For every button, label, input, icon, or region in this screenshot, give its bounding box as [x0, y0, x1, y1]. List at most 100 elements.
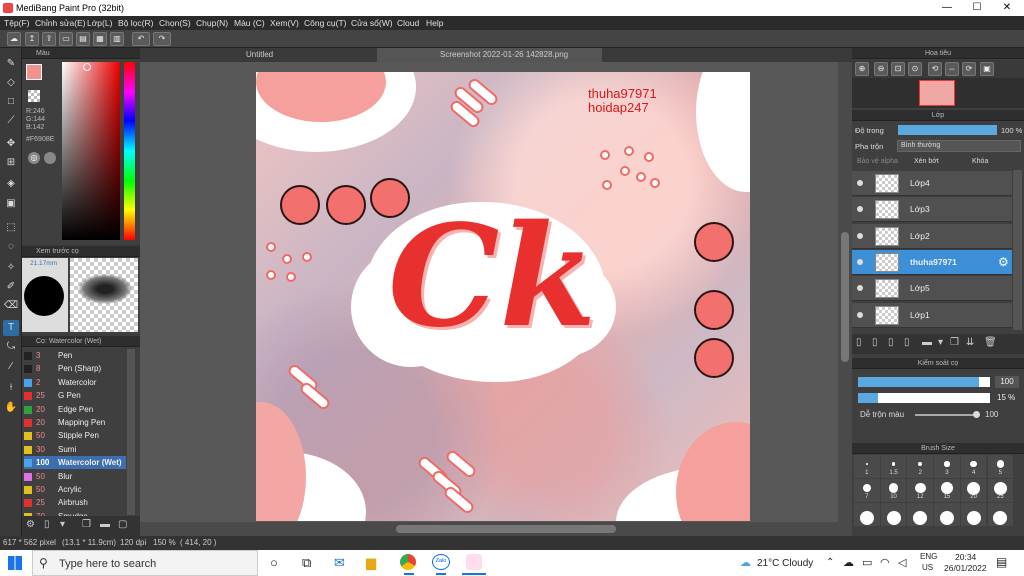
battery-icon[interactable]: ▭	[862, 556, 872, 569]
divide-tool-icon[interactable]: ⁄	[3, 359, 19, 375]
transform-tool-icon[interactable]: ⊞	[3, 155, 19, 171]
select-brush-icon[interactable]: ✐	[3, 279, 19, 295]
brush-item[interactable]: 2 Watercolor	[24, 376, 126, 389]
clock-date[interactable]: 26/01/2022	[944, 563, 987, 573]
magic-wand-icon[interactable]: ✧	[3, 260, 19, 276]
brush-item[interactable]: 50 Acrylic	[24, 483, 126, 496]
taskbar-search-box[interactable]: ⚲ Type here to search	[32, 550, 258, 576]
menu-select[interactable]: Chọn(S)	[159, 18, 191, 28]
menu-filter[interactable]: Bộ lọc(R)	[118, 18, 153, 28]
rotate-left-icon[interactable]: ⟲	[928, 62, 942, 76]
brush-size-cell[interactable]	[960, 503, 987, 526]
weather-icon[interactable]: ☁	[740, 556, 751, 569]
gradient-tool-icon[interactable]: ▣	[3, 196, 19, 212]
menu-color[interactable]: Màu (C)	[234, 18, 265, 28]
task-view-icon[interactable]: ⧉	[302, 555, 311, 571]
brush-item[interactable]: 20 Mapping Pen	[24, 416, 126, 429]
zoom-out-icon[interactable]: ⊖	[874, 62, 888, 76]
zalo-icon[interactable]: Zalo	[432, 554, 450, 570]
close-button[interactable]: ✕	[992, 0, 1022, 16]
drawing-canvas[interactable]: Ck thuha97971 hoidap247	[256, 72, 750, 521]
cloud-icon[interactable]: ☁	[7, 32, 21, 46]
brush-item[interactable]: 30 Sumi	[24, 443, 126, 456]
rect-select-icon[interactable]: ⬚	[3, 220, 19, 236]
undo-icon[interactable]: ↶	[132, 32, 150, 46]
menu-layer[interactable]: Lớp(L)	[87, 18, 112, 28]
brush-delete-icon[interactable]: ▢	[118, 519, 127, 530]
brush-size-cell[interactable]: 3	[934, 455, 960, 478]
new-halftone-layer-icon[interactable]: ▯	[872, 337, 878, 348]
layer-visibility-icon[interactable]	[857, 180, 863, 186]
operation-tool-icon[interactable]: ⤿	[3, 339, 19, 355]
mix-slider[interactable]	[915, 411, 980, 418]
volume-icon[interactable]: ◁	[898, 556, 906, 569]
brush-size-cell[interactable]: 1	[854, 455, 880, 478]
hue-slider[interactable]	[124, 62, 135, 240]
layer-row[interactable]: Lớp4	[852, 171, 1012, 196]
lang-code[interactable]: ENG	[920, 552, 937, 561]
file-explorer-icon[interactable]: ▆	[366, 555, 376, 571]
chrome-icon[interactable]	[400, 554, 416, 570]
text-tool-icon[interactable]: T	[3, 320, 19, 336]
brush-size-cell[interactable]: 1.5	[880, 455, 907, 478]
new-1bit-layer-icon[interactable]: ▯	[904, 337, 910, 348]
brush-size-cell[interactable]: 15	[934, 479, 960, 502]
zoom-reset-icon[interactable]: ⊙	[908, 62, 922, 76]
duplicate-layer-icon[interactable]: ❐	[950, 337, 959, 348]
layer-row[interactable]: thuha97971 ⚙	[852, 249, 1012, 275]
horizontal-scroll-thumb[interactable]	[396, 525, 616, 533]
menu-view[interactable]: Xem(V)	[270, 18, 299, 28]
tray-chevron-icon[interactable]: ⌃	[826, 557, 834, 568]
panel-icon[interactable]: ▥	[110, 32, 124, 46]
lang-region[interactable]: US	[922, 563, 933, 572]
layer-row[interactable]: Lớp5	[852, 276, 1012, 302]
brush-item[interactable]: 25 Airbrush	[24, 496, 126, 509]
new-8bit-layer-icon[interactable]: ▯	[888, 337, 894, 348]
wifi-icon[interactable]: ◠	[880, 556, 890, 569]
vertical-scrollbar[interactable]	[838, 62, 852, 522]
share-icon[interactable]: ⇪	[42, 32, 56, 46]
dot-tool-icon[interactable]: □	[3, 94, 19, 110]
brush-folder-icon[interactable]: ▬	[100, 519, 110, 530]
brush-size-cell[interactable]	[907, 503, 934, 526]
eyedropper-icon[interactable]: ⟊	[3, 380, 19, 396]
zoom-in-icon[interactable]: ⊕	[855, 62, 869, 76]
brush-size-cell[interactable]	[987, 503, 1014, 526]
brush-menu-icon[interactable]: ▾	[60, 519, 65, 530]
clock-time[interactable]: 20:34	[955, 552, 976, 562]
layer-row[interactable]: Lớp1	[852, 302, 1012, 328]
select-eraser-icon[interactable]: ⌫	[3, 298, 19, 314]
protect-alpha-checkbox[interactable]: Bảo vệ alpha	[857, 158, 898, 165]
brush-item[interactable]: 3 Pen	[24, 349, 126, 362]
tab-screenshot[interactable]: Screenshot 2022-01-26 142828.png	[440, 50, 568, 59]
delete-layer-icon[interactable]: 🗑	[984, 337, 997, 348]
lasso-icon[interactable]: ◌	[3, 239, 19, 255]
brush-size-cell[interactable]: 7	[854, 479, 880, 502]
eraser-tool-icon[interactable]: ◇	[3, 75, 19, 91]
menu-file[interactable]: Tệp(F)	[4, 18, 30, 28]
cortana-icon[interactable]: ○	[270, 555, 278, 570]
layer-opacity-slider[interactable]	[898, 125, 997, 135]
blend-mode-select[interactable]: Bình thường	[897, 140, 1021, 152]
brush-size-cell[interactable]: 20	[960, 479, 987, 502]
medibang-taskbar-icon[interactable]	[466, 554, 482, 570]
vertical-scroll-thumb[interactable]	[841, 232, 849, 362]
add-brush-icon[interactable]: ⚙	[26, 519, 35, 530]
lock-view-icon[interactable]: ▣	[980, 62, 994, 76]
menu-capture[interactable]: Chụp(N)	[196, 18, 228, 28]
brush-item[interactable]: 50 Blur	[24, 470, 126, 483]
brush-item[interactable]: 25 G Pen	[24, 389, 126, 402]
primary-color-swatch[interactable]	[26, 64, 42, 80]
hand-tool-icon[interactable]: ✋	[3, 400, 19, 416]
minimize-button[interactable]: —	[932, 0, 962, 16]
brush-size-cell[interactable]: 5	[987, 455, 1014, 478]
redo-icon[interactable]: ↷	[153, 32, 171, 46]
navigator-preview[interactable]	[852, 78, 1024, 108]
page-icon[interactable]: ▤	[76, 32, 90, 46]
brush-item[interactable]: 8 Pen (Sharp)	[24, 362, 126, 375]
brush-size-cell[interactable]	[880, 503, 907, 526]
layer-list-scrollbar[interactable]	[1013, 170, 1022, 330]
brush-size-cell[interactable]: 12	[907, 479, 934, 502]
grid-icon[interactable]: ▦	[93, 32, 107, 46]
bucket-tool-icon[interactable]: ◈	[3, 176, 19, 192]
